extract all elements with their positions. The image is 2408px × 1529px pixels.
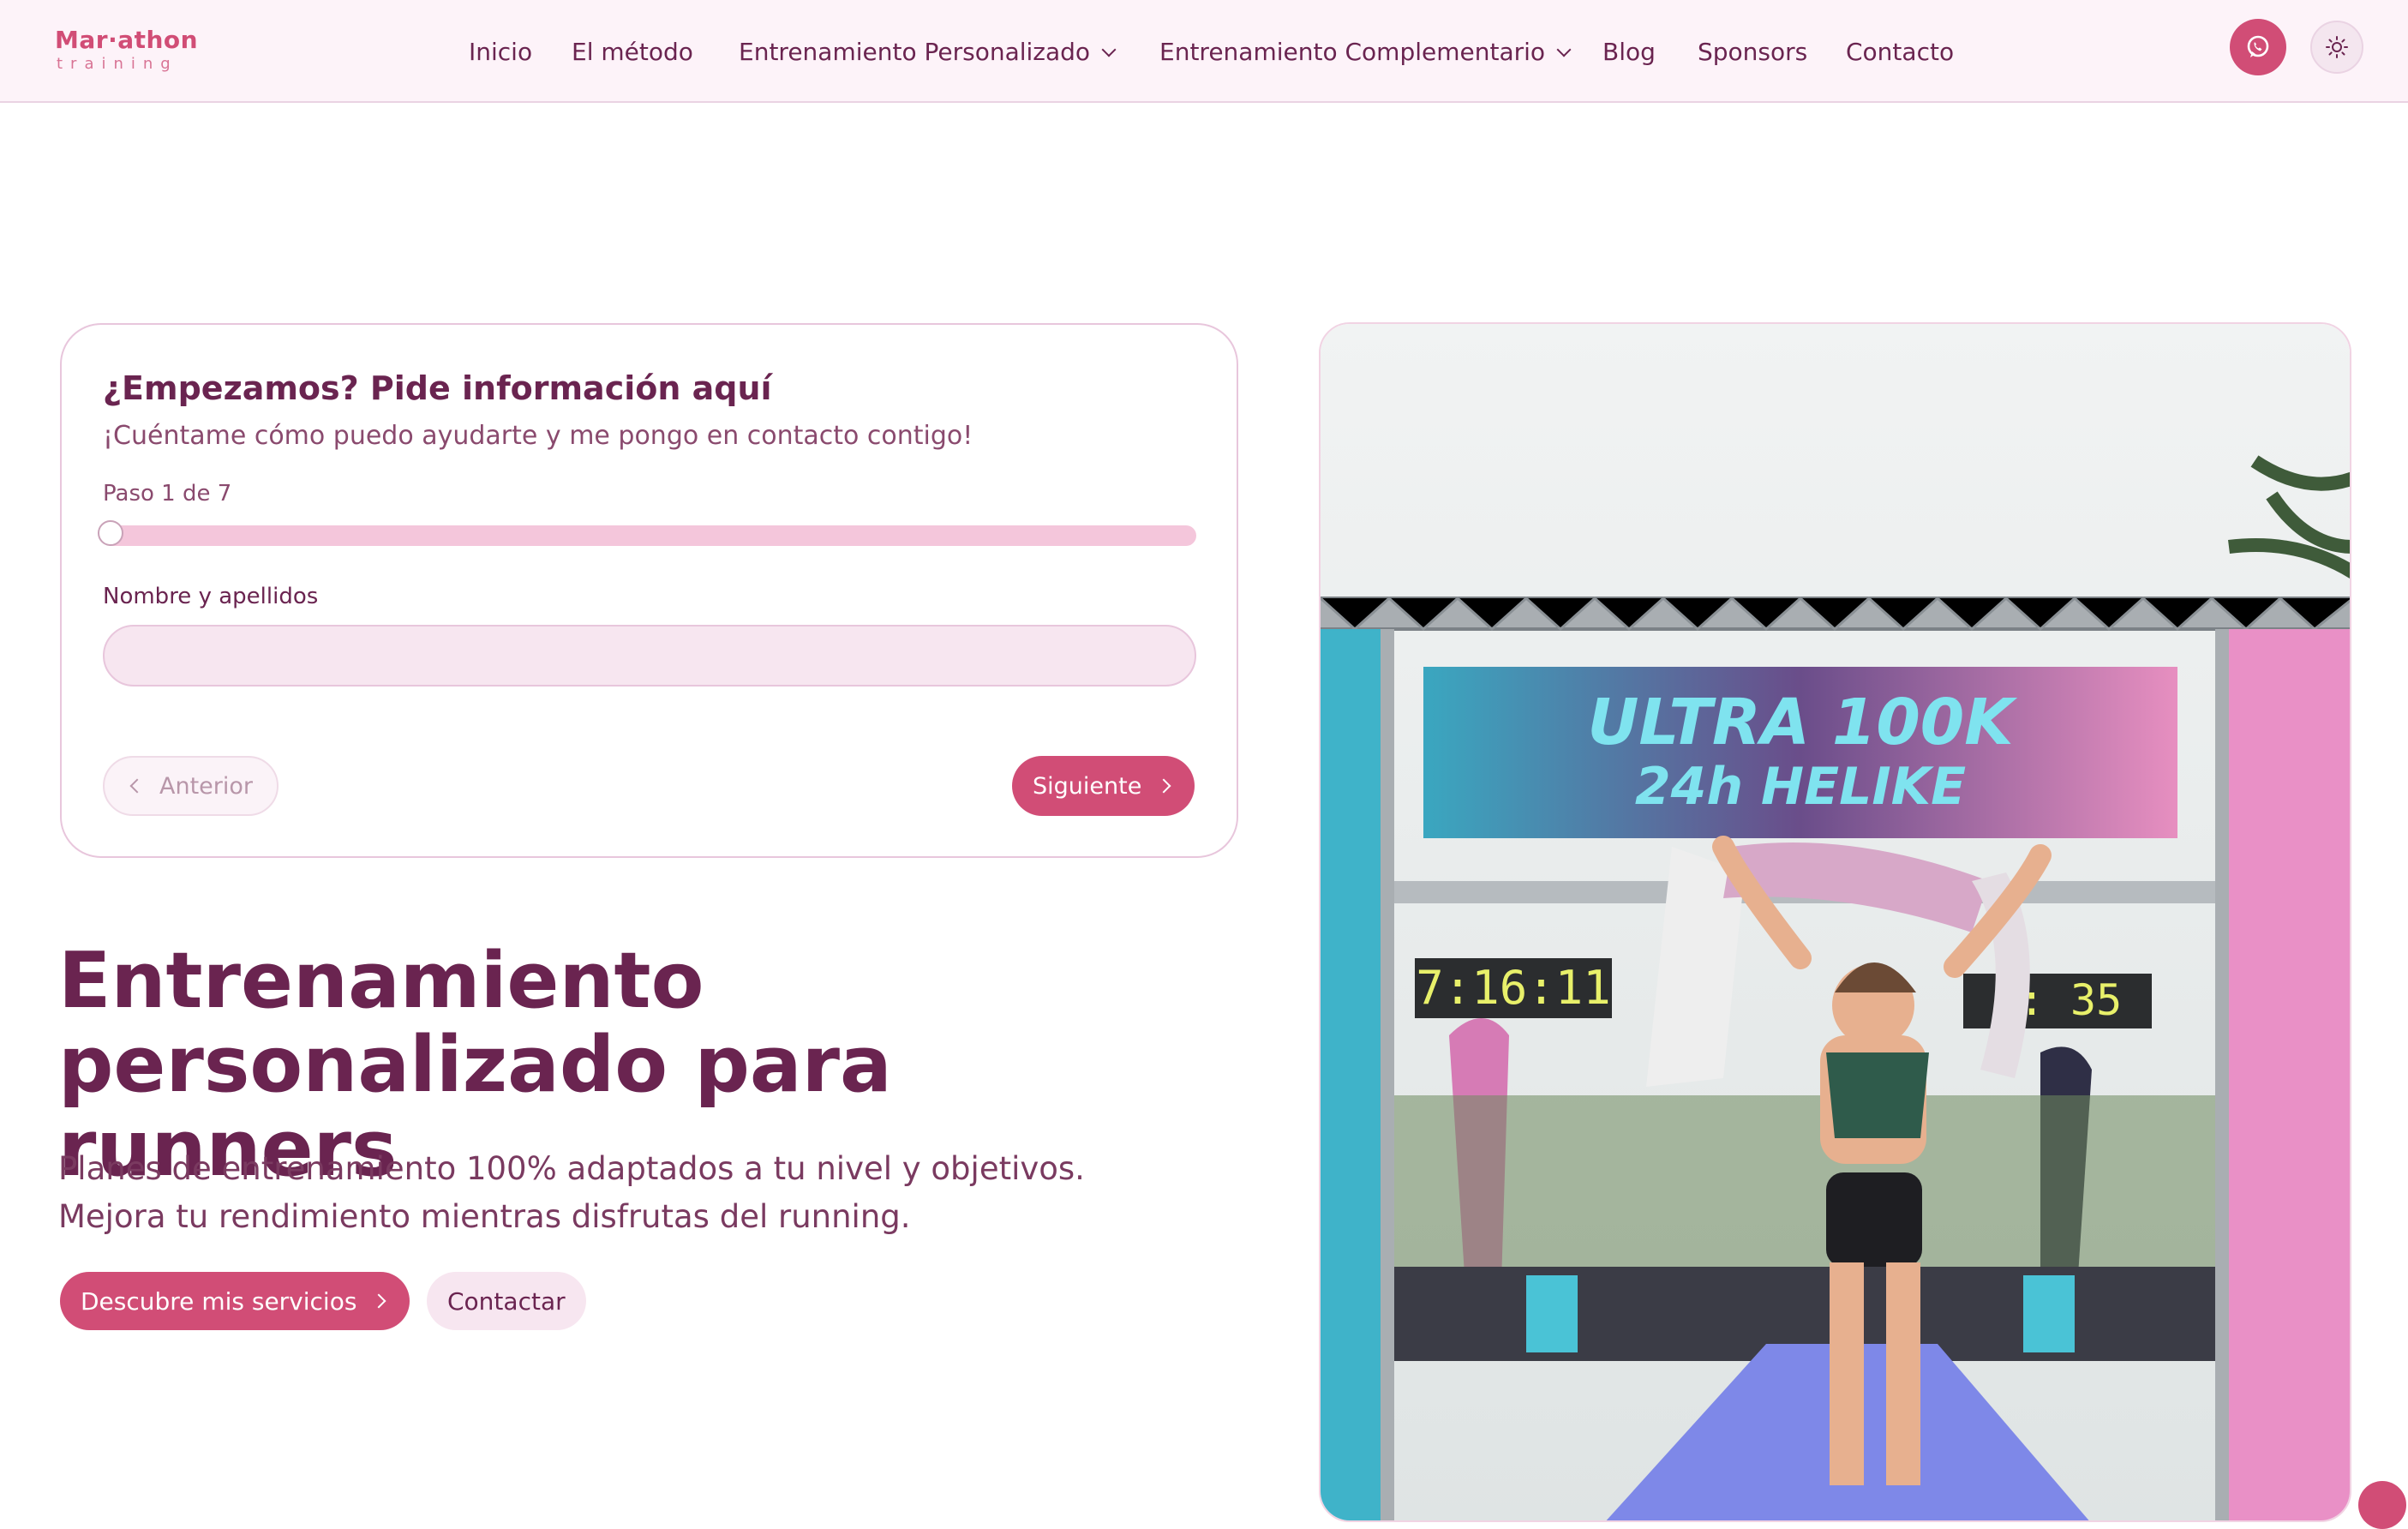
chevron-left-icon <box>129 778 145 794</box>
svg-text:ULTRA 100K: ULTRA 100K <box>1587 686 2017 759</box>
previous-button[interactable]: Anterior <box>103 756 279 816</box>
next-button[interactable]: Siguiente <box>1012 756 1195 816</box>
chevron-down-icon <box>1101 42 1117 57</box>
whatsapp-button[interactable] <box>2230 19 2286 75</box>
name-field-label: Nombre y apellidos <box>103 584 319 609</box>
discover-services-label: Descubre mis servicios <box>81 1286 357 1316</box>
nav-complementario-label: Entrenamiento Complementario <box>1159 38 1546 66</box>
contact-form-card: ¿Empezamos? Pide información aquí ¡Cuént… <box>60 323 1238 858</box>
site-header: Mar·athon training Inicio El método Entr… <box>0 0 2408 103</box>
hero-photo: ULTRA 100K 24h HELIKE 7:16:11 5: 35 <box>1319 322 2351 1522</box>
nav-el-metodo[interactable]: El método <box>572 38 693 66</box>
discover-services-button[interactable]: Descubre mis servicios <box>60 1272 410 1330</box>
finish-line-illustration: ULTRA 100K 24h HELIKE 7:16:11 5: 35 <box>1321 324 2350 1520</box>
form-title: ¿Empezamos? Pide información aquí <box>103 369 772 407</box>
nav-entrenamiento-personalizado[interactable]: Entrenamiento Personalizado <box>739 38 1117 66</box>
chat-button[interactable] <box>2358 1481 2406 1529</box>
chevron-right-icon <box>371 1293 386 1309</box>
previous-button-label: Anterior <box>159 772 254 800</box>
main-nav: Inicio El método Entrenamiento Personali… <box>0 0 2408 103</box>
nav-inicio[interactable]: Inicio <box>469 38 532 66</box>
whatsapp-icon <box>2247 35 2269 57</box>
clock-left: 7:16:11 <box>1416 961 1611 1015</box>
form-subtitle: ¡Cuéntame cómo puedo ayudarte y me pongo… <box>103 421 973 451</box>
theme-toggle-button[interactable] <box>2310 21 2363 74</box>
name-input[interactable] <box>103 625 1196 687</box>
svg-text:24h HELIKE: 24h HELIKE <box>1635 757 1966 817</box>
hero-desc-line1: Planes de entrenamiento 100% adaptados a… <box>58 1150 1085 1187</box>
hero-desc-line2: Mejora tu rendimiento mientras disfrutas… <box>58 1198 911 1235</box>
nav-personalizado-label: Entrenamiento Personalizado <box>739 38 1091 66</box>
next-button-label: Siguiente <box>1033 772 1142 800</box>
nav-contacto[interactable]: Contacto <box>1846 38 1954 66</box>
hero-title-line1: Entrenamiento <box>58 936 704 1026</box>
chevron-right-icon <box>1156 778 1171 794</box>
step-indicator: Paso 1 de 7 <box>103 481 232 507</box>
progress-knob[interactable] <box>98 520 123 546</box>
contact-button[interactable]: Contactar <box>427 1272 586 1330</box>
nav-blog[interactable]: Blog <box>1602 38 1656 66</box>
contact-button-label: Contactar <box>447 1286 566 1316</box>
chevron-down-icon <box>1556 42 1572 57</box>
nav-sponsors[interactable]: Sponsors <box>1698 38 1807 66</box>
hero-description: Planes de entrenamiento 100% adaptados a… <box>58 1145 1172 1241</box>
progress-bar[interactable] <box>98 520 1196 546</box>
nav-entrenamiento-complementario[interactable]: Entrenamiento Complementario <box>1159 38 1572 66</box>
sun-icon <box>2326 36 2348 58</box>
